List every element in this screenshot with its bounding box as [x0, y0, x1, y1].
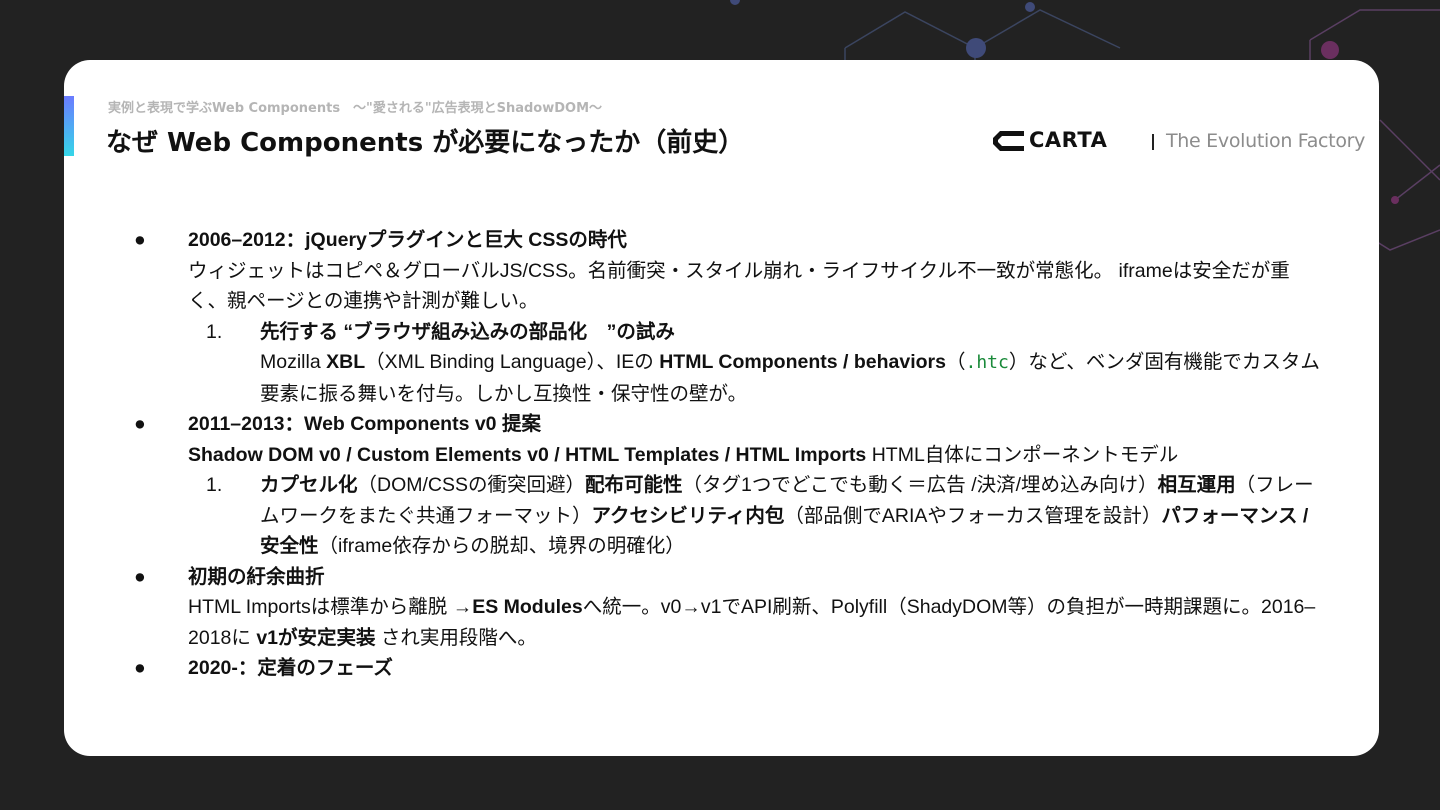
text-span: HTML Importsは標準から離脱 →: [188, 596, 473, 618]
item-number: 1.: [206, 320, 223, 343]
bold-span: カプセル化: [260, 474, 358, 496]
bullet-body: HTML Importsは標準から離脱 →ES Modulesへ統一。v0→v1…: [188, 592, 1324, 653]
bullet-icon: ●: [134, 565, 146, 588]
bullet-heading: 2006–2012：jQueryプラグインと巨大 CSSの時代: [188, 229, 627, 251]
text-span: （DOM/CSSの衝突回避）: [357, 474, 586, 496]
carta-logo-icon: [993, 131, 1024, 151]
numbered-heading: 先行する “ブラウザ組み込みの部品化 ”の試み: [260, 320, 675, 343]
bullet-icon: ●: [134, 229, 146, 251]
carta-logo: CARTA The Evolution Factory: [992, 126, 1365, 156]
text-span: （タグ1つでどこでも動く＝広告 /決済/埋め込み向け）: [682, 474, 1158, 496]
text-span: （: [945, 351, 966, 373]
text-span: （XML Binding Language）、IEの: [365, 351, 660, 373]
slide-card: 実例と表現で学ぶWeb Components ～"愛される"広告表現とShado…: [64, 60, 1379, 756]
text-span: （iframe依存からの脱却、境界の明確化）: [318, 535, 685, 557]
bullet-item: ● 2020-：定着のフェーズ: [134, 653, 1324, 684]
logo-divider: [1152, 134, 1154, 150]
bullet-icon: ●: [134, 657, 146, 679]
accent-bar: [64, 96, 74, 156]
numbered-body: カプセル化（DOM/CSSの衝突回避）配布可能性（タグ1つでどこでも動く＝広告 …: [260, 470, 1324, 562]
bold-span: アクセシビリティ内包: [591, 504, 785, 527]
bold-span: 配布可能性: [585, 474, 683, 496]
bold-span: Shadow DOM v0 / Custom Elements v0 / HTM…: [188, 443, 867, 466]
numbered-item: 1. カプセル化（DOM/CSSの衝突回避）配布可能性（タグ1つでどこでも動く＝…: [188, 470, 1324, 562]
bullet-heading: 2011–2013：Web Components v0 提案: [188, 413, 541, 435]
slide-subtitle: 実例と表現で学ぶWeb Components ～"愛される"広告表現とShado…: [108, 101, 603, 116]
logo-tagline: The Evolution Factory: [1166, 130, 1366, 152]
bold-span: 相互運用: [1157, 474, 1236, 496]
numbered-body: Mozilla XBL（XML Binding Language）、IEの HT…: [260, 347, 1324, 409]
bullet-icon: ●: [134, 413, 146, 435]
text-span: され実用段階へ。: [375, 626, 537, 649]
bullet-item: ● 2006–2012：jQueryプラグインと巨大 CSSの時代 ウィジェット…: [134, 225, 1324, 409]
bold-span: XBL: [326, 351, 366, 373]
logo-brand: CARTA: [1029, 128, 1108, 152]
numbered-item: 1. 先行する “ブラウザ組み込みの部品化 ”の試み Mozilla XBL（X…: [188, 317, 1324, 410]
text-span: （部品側でARIAやフォーカス管理を設計）: [784, 504, 1162, 527]
bold-span: HTML Components / behaviors: [659, 351, 946, 373]
slide-content: ● 2006–2012：jQueryプラグインと巨大 CSSの時代 ウィジェット…: [134, 225, 1324, 684]
text-span: HTML自体にコンポーネントモデル: [866, 443, 1179, 466]
bullet-heading: 初期の紆余曲折: [188, 565, 325, 588]
code-span: .htc: [965, 352, 1009, 373]
bullet-body: Shadow DOM v0 / Custom Elements v0 / HTM…: [188, 440, 1324, 471]
bullet-body: ウィジェットはコピペ＆グローバルJS/CSS。名前衝突・スタイル崩れ・ライフサイ…: [188, 259, 1290, 313]
bullet-item: ● 初期の紆余曲折 HTML Importsは標準から離脱 →ES Module…: [134, 562, 1324, 654]
bullet-item: ● 2011–2013：Web Components v0 提案 Shadow …: [134, 409, 1324, 562]
bullet-heading: 2020-：定着のフェーズ: [188, 657, 393, 679]
slide-title: なぜ Web Components が必要になったか（前史）: [106, 128, 745, 158]
bold-span: v1が安定実装: [256, 626, 376, 649]
item-number: 1.: [206, 474, 223, 496]
bold-span: ES Modules: [472, 596, 583, 618]
text-span: Mozilla: [260, 351, 327, 373]
